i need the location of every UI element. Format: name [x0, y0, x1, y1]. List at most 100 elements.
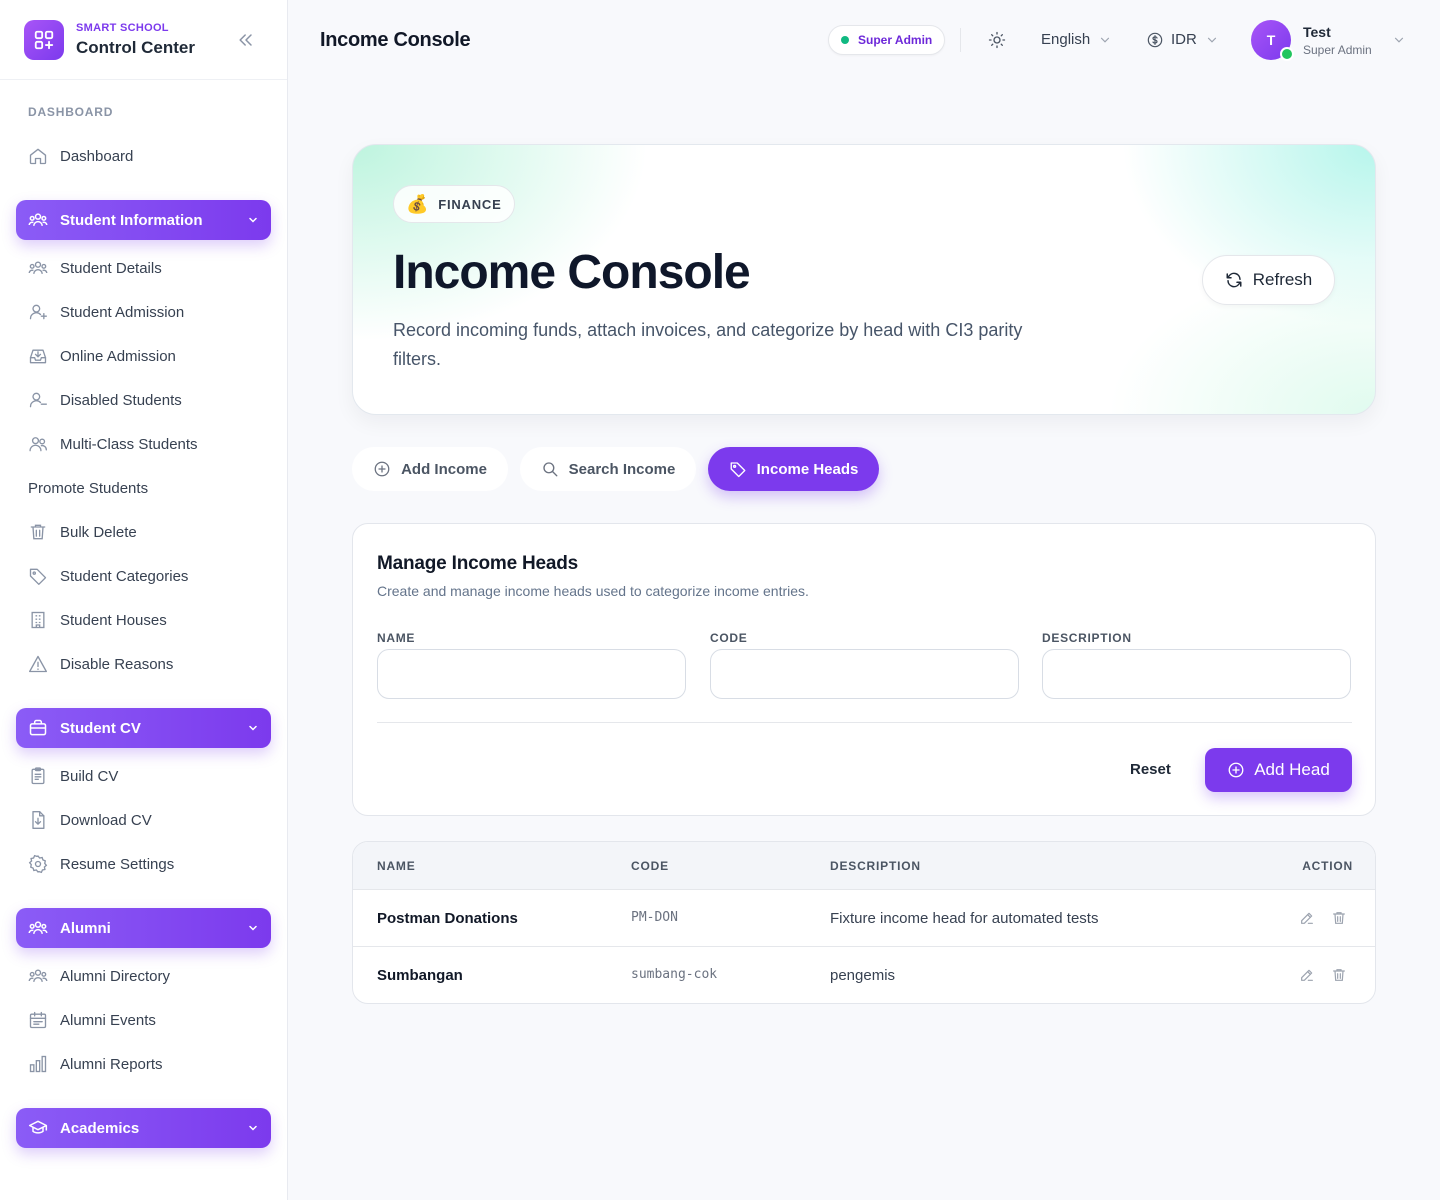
user-plus-icon	[28, 302, 48, 322]
divider	[960, 28, 961, 52]
manage-income-heads-card: Manage Income Heads Create and manage in…	[352, 523, 1376, 816]
sidebar-group-label: Student Information	[60, 211, 203, 229]
reset-button[interactable]: Reset	[1130, 761, 1171, 778]
users-icon	[28, 966, 48, 986]
tab-search-income[interactable]: Search Income	[520, 447, 696, 491]
collapse-sidebar-icon[interactable]	[236, 30, 256, 50]
name-input[interactable]	[377, 649, 686, 699]
avatar-initial: T	[1266, 32, 1276, 48]
brand: SMART SCHOOL Control Center	[0, 0, 287, 80]
sidebar-group-label: Student CV	[60, 719, 141, 737]
home-icon	[28, 146, 48, 166]
description-input[interactable]	[1042, 649, 1351, 699]
avatar: T	[1251, 20, 1294, 61]
role-badge-label: Super Admin	[858, 33, 933, 47]
sidebar-item-online-admission[interactable]: Online Admission	[28, 344, 176, 368]
delete-icon[interactable]	[1331, 967, 1347, 983]
add-head-button[interactable]: Add Head	[1205, 748, 1352, 792]
sidebar-item-promote-students[interactable]: Promote Students	[28, 476, 148, 500]
sidebar-section-label: DASHBOARD	[28, 105, 114, 119]
sidebar-item-student-admission[interactable]: Student Admission	[28, 300, 184, 324]
tab-add-income[interactable]: Add Income	[352, 447, 508, 491]
sidebar-item-student-houses[interactable]: Student Houses	[28, 608, 167, 632]
currency-select[interactable]: IDR	[1147, 31, 1219, 48]
sidebar-group-student-information[interactable]: Student Information	[16, 200, 271, 240]
inbox-download-icon	[28, 346, 48, 366]
divider	[377, 722, 1352, 723]
code-label: CODE	[710, 631, 748, 645]
user-role: Super Admin	[1303, 42, 1372, 57]
sidebar-item-alumni-reports[interactable]: Alumni Reports	[28, 1052, 163, 1076]
column-header-action: ACTION	[1302, 859, 1353, 873]
file-download-icon	[28, 810, 48, 830]
table-header: NAME CODE DESCRIPTION ACTION	[353, 842, 1375, 890]
sidebar-item-dashboard[interactable]: Dashboard	[28, 144, 133, 168]
chevron-down-icon	[247, 722, 259, 734]
users-pair-icon	[28, 434, 48, 454]
sidebar-item-download-cv[interactable]: Download CV	[28, 808, 152, 832]
sidebar-group-academics[interactable]: Academics	[16, 1108, 271, 1148]
calendar-icon	[28, 1010, 48, 1030]
sidebar-group-alumni[interactable]: Alumni	[16, 908, 271, 948]
sidebar: SMART SCHOOL Control Center DASHBOARD Da…	[0, 0, 288, 1200]
sidebar-item-disabled-students[interactable]: Disabled Students	[28, 388, 182, 412]
code-input[interactable]	[710, 649, 1019, 699]
sidebar-item-bulk-delete[interactable]: Bulk Delete	[28, 520, 137, 544]
form-subtitle: Create and manage income heads used to c…	[377, 583, 809, 599]
edit-icon[interactable]	[1299, 910, 1315, 926]
column-header-description: DESCRIPTION	[830, 859, 921, 873]
users-icon	[28, 918, 48, 938]
chevron-down-icon	[1205, 33, 1219, 47]
finance-badge-label: FINANCE	[438, 196, 502, 212]
sidebar-item-label: Online Admission	[60, 347, 176, 365]
user-minus-icon	[28, 390, 48, 410]
sidebar-item-student-categories[interactable]: Student Categories	[28, 564, 188, 588]
tab-label: Income Heads	[756, 460, 859, 478]
sidebar-item-student-details[interactable]: Student Details	[28, 256, 162, 280]
tag-icon	[729, 460, 747, 478]
sidebar-item-disable-reasons[interactable]: Disable Reasons	[28, 652, 173, 676]
sidebar-group-student-cv[interactable]: Student CV	[16, 708, 271, 748]
delete-icon[interactable]	[1331, 910, 1347, 926]
refresh-button[interactable]: Refresh	[1202, 255, 1335, 305]
clipboard-icon	[28, 766, 48, 786]
graduation-cap-icon	[28, 1118, 48, 1138]
users-icon	[28, 210, 48, 230]
name-label: NAME	[377, 631, 416, 645]
cell-description: Fixture income head for automated tests	[830, 910, 1099, 927]
cell-name: Postman Donations	[377, 910, 518, 927]
money-bag-icon: 💰	[406, 193, 430, 214]
user-name: Test	[1303, 23, 1331, 40]
sidebar-item-alumni-events[interactable]: Alumni Events	[28, 1008, 156, 1032]
table-row: Sumbangan sumbang-cok pengemis	[353, 947, 1375, 1003]
theme-toggle-sun-icon[interactable]	[988, 31, 1006, 49]
tab-income-heads[interactable]: Income Heads	[708, 447, 879, 491]
column-header-code: CODE	[631, 859, 669, 873]
language-select[interactable]: English	[1041, 31, 1112, 48]
online-indicator	[1280, 47, 1294, 61]
brand-subtitle: SMART SCHOOL	[76, 21, 169, 34]
sidebar-item-multi-class-students[interactable]: Multi-Class Students	[28, 432, 198, 456]
sidebar-item-build-cv[interactable]: Build CV	[28, 764, 118, 788]
form-title: Manage Income Heads	[377, 553, 579, 574]
gear-icon	[28, 854, 48, 874]
building-icon	[28, 610, 48, 630]
plus-circle-icon	[373, 460, 391, 478]
sidebar-item-resume-settings[interactable]: Resume Settings	[28, 852, 174, 876]
chevron-down-icon	[247, 1122, 259, 1134]
add-head-label: Add Head	[1254, 760, 1330, 779]
cell-description: pengemis	[830, 967, 896, 984]
sidebar-item-label: Student Admission	[60, 303, 185, 321]
tag-icon	[28, 566, 48, 586]
sidebar-item-label: Disabled Students	[60, 391, 182, 409]
sidebar-item-alumni-directory[interactable]: Alumni Directory	[28, 964, 170, 988]
column-header-name: NAME	[377, 859, 416, 873]
edit-icon[interactable]	[1299, 967, 1315, 983]
sidebar-item-label: Student Categories	[60, 567, 189, 585]
sidebar-item-label: Resume Settings	[60, 855, 175, 873]
brand-title: Control Center	[76, 37, 195, 57]
sidebar-item-label: Student Details	[60, 259, 162, 277]
trash-icon	[28, 522, 48, 542]
user-menu[interactable]: T Test Super Admin	[1251, 20, 1406, 61]
hero-description: Record incoming funds, attach invoices, …	[393, 320, 1023, 369]
